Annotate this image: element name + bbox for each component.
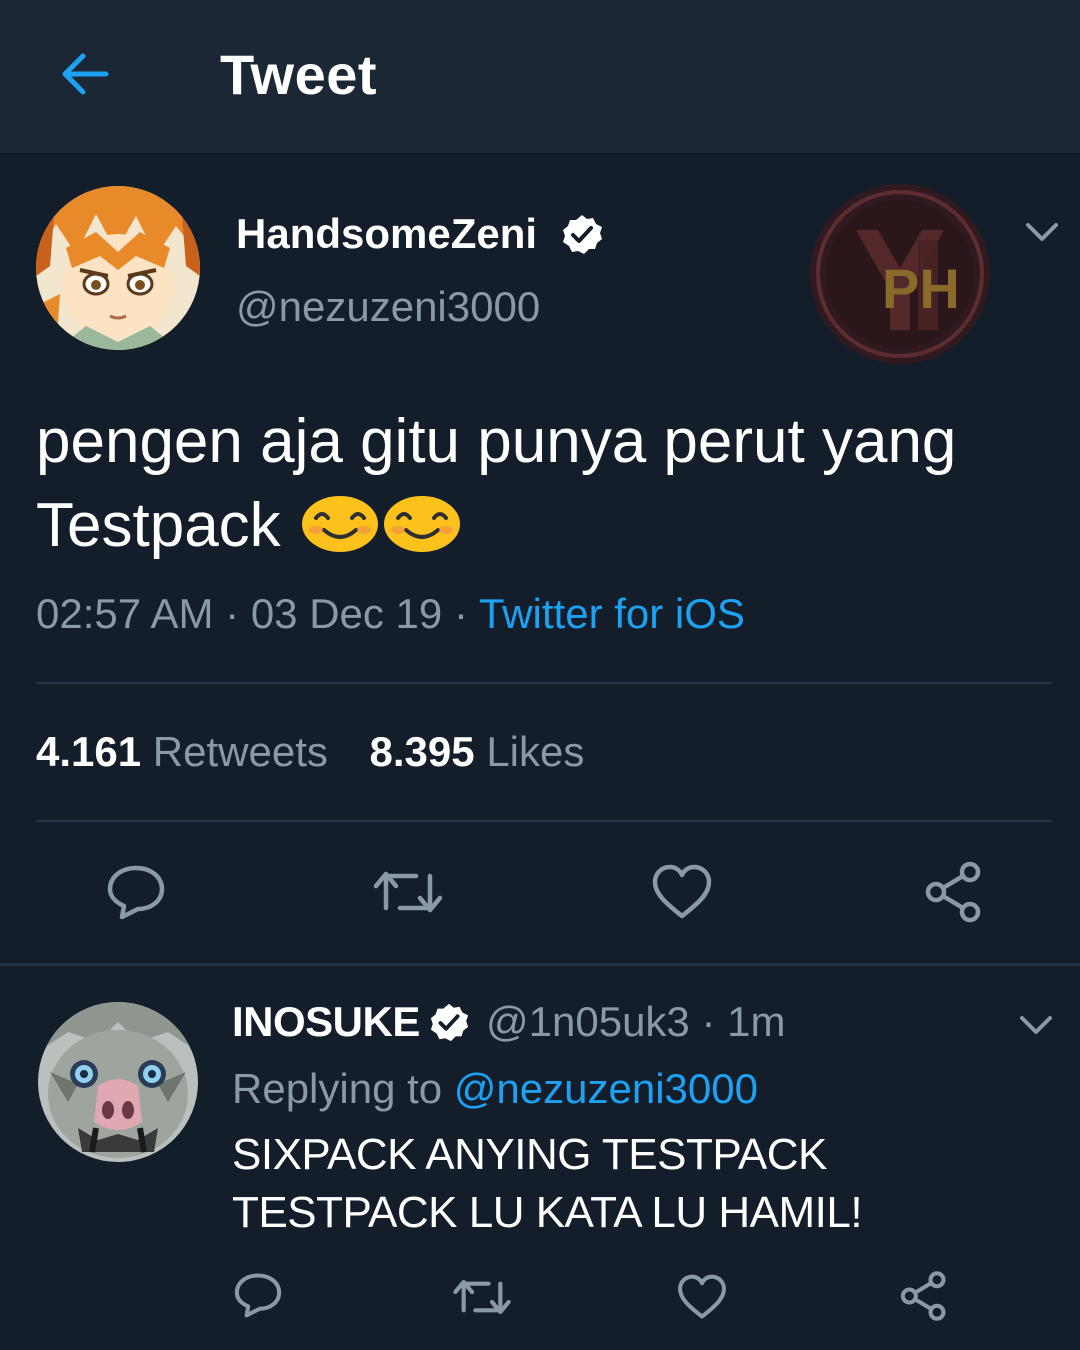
likes-count: 8.395 — [369, 728, 475, 775]
reply-author-display-name[interactable]: INOSUKE — [232, 998, 420, 1046]
reply-retweet-button[interactable] — [452, 1272, 512, 1327]
likes-stat[interactable]: 8.395 Likes — [370, 728, 585, 776]
retweets-stat[interactable]: 4.161 Retweets — [36, 728, 328, 776]
tweet-text-content: pengen aja gitu punya perut yang Testpac… — [36, 407, 957, 560]
replying-to-prefix: Replying to — [232, 1065, 443, 1112]
reply-icon — [234, 1273, 282, 1318]
chevron-down-icon — [1026, 223, 1058, 241]
reply-share-button[interactable] — [898, 1270, 950, 1327]
like-button[interactable] — [650, 862, 714, 927]
boar-mask-avatar-icon — [38, 1002, 198, 1162]
reply-like-button[interactable] — [676, 1272, 728, 1327]
replying-to-mention[interactable]: @nezuzeni3000 — [454, 1065, 758, 1112]
author-handle[interactable]: @nezuzeni3000 — [236, 283, 540, 331]
tweet-text: pengen aja gitu punya perut yang Testpac… — [36, 400, 1046, 568]
watermark-letters: PH — [882, 257, 960, 320]
share-button[interactable] — [922, 860, 986, 929]
avatar[interactable] — [38, 1002, 198, 1162]
smiling-face-icon — [300, 490, 380, 552]
tweet-source-link[interactable]: Twitter for iOS — [479, 590, 745, 637]
smiling-face-icon — [382, 490, 462, 552]
meta-separator: · — [453, 590, 468, 637]
verified-badge-icon — [560, 213, 604, 257]
heart-icon — [652, 864, 712, 919]
divider — [36, 820, 1052, 822]
retweet-icon — [453, 1279, 511, 1315]
anime-avatar-icon — [36, 186, 200, 350]
back-button[interactable] — [56, 45, 114, 103]
reply-text: SIXPACK ANYING TESTPACK TESTPACK LU KATA… — [232, 1130, 863, 1237]
heart-icon — [678, 1274, 726, 1319]
tweet-time: 02:57 AM — [36, 590, 214, 637]
watermark-logo: PH — [806, 180, 994, 368]
retweets-count: 4.161 — [36, 728, 142, 775]
divider — [0, 963, 1080, 966]
tweet-menu-button[interactable] — [1022, 215, 1062, 249]
tweet-timestamp-line: 02:57 AM · 03 Dec 19 · Twitter for iOS — [36, 590, 745, 638]
verified-badge-icon — [428, 1002, 470, 1044]
tweet-stats: 4.161 Retweets 8.395 Likes — [36, 728, 614, 776]
author-display-name[interactable]: HandsomeZeni — [236, 210, 537, 258]
tweet-detail-screen: Tweet HandsomeZeni @nezuzeni3000 PH peng… — [0, 0, 1080, 1350]
divider — [36, 682, 1052, 684]
arrow-left-icon — [62, 53, 109, 95]
avatar[interactable] — [36, 186, 200, 350]
tweet-date: 03 Dec 19 — [250, 590, 443, 637]
meta-separator: · — [225, 590, 240, 637]
chevron-down-icon — [1020, 1016, 1052, 1034]
retweet-button[interactable] — [372, 862, 444, 927]
retweet-icon — [373, 871, 443, 913]
retweets-label: Retweets — [152, 728, 328, 775]
reply-button[interactable] — [104, 862, 168, 927]
reply-reply-button[interactable] — [232, 1270, 284, 1325]
top-bar: Tweet — [0, 0, 1080, 155]
share-icon — [900, 1271, 946, 1321]
replying-to-line: Replying to @nezuzeni3000 — [232, 1065, 758, 1113]
reply-menu-button[interactable] — [1016, 1008, 1056, 1042]
share-icon — [925, 861, 981, 923]
reply-author-handle[interactable]: @1n05uk3 · 1m — [486, 998, 785, 1046]
reply-icon — [107, 865, 165, 920]
page-title: Tweet — [220, 43, 378, 106]
likes-label: Likes — [486, 728, 585, 775]
